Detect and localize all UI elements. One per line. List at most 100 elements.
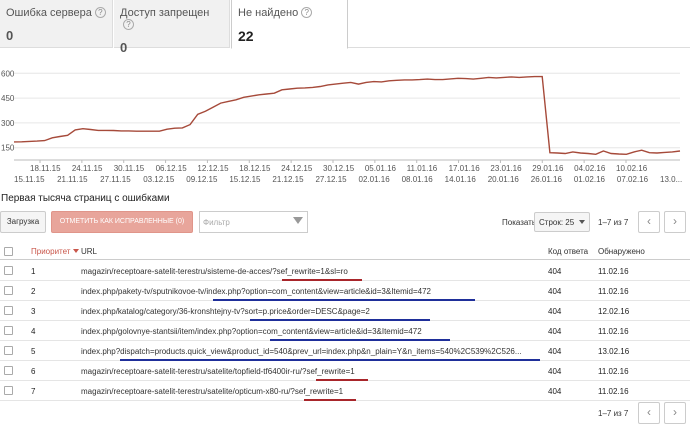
x-tick-label: 24.11.15 <box>72 164 103 173</box>
header-priority-label: Приоритет <box>31 247 71 256</box>
x-tick-label: 07.02.16 <box>617 175 649 184</box>
row-checkbox[interactable] <box>4 306 13 315</box>
x-tick-label: 21.12.15 <box>272 175 304 184</box>
help-icon[interactable]: ? <box>94 7 106 18</box>
x-tick-label: 21.11.15 <box>57 175 88 184</box>
help-icon[interactable]: ? <box>301 7 313 18</box>
x-tick-label: 18.11.15 <box>30 164 61 173</box>
header-response-code[interactable]: Код ответа <box>548 247 588 256</box>
row-priority: 4 <box>31 327 36 336</box>
x-tick-label: 09.12.15 <box>186 175 218 184</box>
mark-fixed-button[interactable]: ОТМЕТИТЬ КАК ИСПРАВЛЕННЫЕ (0) <box>51 211 193 233</box>
row-response-code: 404 <box>548 367 562 376</box>
tab-count: 0 <box>120 40 128 55</box>
errors-chart: 600 450 300 150 18.11.15 24.11.15 30.11.15 06.1… <box>0 56 690 186</box>
y-tick-label: 300 <box>1 119 15 128</box>
row-url[interactable]: magazin/receptoare-satelit-terestru/sate… <box>81 367 355 376</box>
bottom-pager: 1–7 из 7 ‹ › <box>0 402 690 426</box>
table-row[interactable]: 4 index.php/golovnye-stantsii/item/index… <box>0 321 690 341</box>
row-detected-date: 13.02.16 <box>598 347 630 356</box>
row-priority: 3 <box>31 307 36 316</box>
table-toolbar: Загрузка ОТМЕТИТЬ КАК ИСПРАВЛЕННЫЕ (0) Ф… <box>0 211 690 235</box>
pager-range: 1–7 из 7 <box>598 218 629 227</box>
rows-per-page-value: Строк: 25 <box>539 218 575 227</box>
y-tick-label: 150 <box>1 144 15 153</box>
row-response-code: 404 <box>548 307 562 316</box>
tab-count: 0 <box>6 28 14 43</box>
next-page-button[interactable]: › <box>664 211 686 233</box>
row-checkbox[interactable] <box>4 346 13 355</box>
row-priority: 2 <box>31 287 36 296</box>
x-tick-label: 17.01.16 <box>449 164 481 173</box>
row-url[interactable]: index.php?dispatch=products.quick_view&p… <box>81 347 522 356</box>
tab-count: 22 <box>238 28 254 44</box>
x-tick-label: 24.12.15 <box>281 164 313 173</box>
row-checkbox[interactable] <box>4 386 13 395</box>
tab-access-denied[interactable]: Доступ запрещен? 0 <box>114 0 230 55</box>
sort-desc-icon <box>73 249 80 253</box>
header-url[interactable]: URL <box>81 247 97 256</box>
table-row[interactable]: 7 magazin/receptoare-satelit-terestru/sa… <box>0 381 690 401</box>
table-row[interactable]: 6 magazin/receptoare-satelit-terestru/sa… <box>0 361 690 381</box>
x-tick-label: 10.02.16 <box>616 164 648 173</box>
row-checkbox[interactable] <box>4 366 13 375</box>
row-checkbox[interactable] <box>4 326 13 335</box>
table-row[interactable]: 3 index.php/katalog/category/36-kronshte… <box>0 301 690 321</box>
pager-range: 1–7 из 7 <box>598 409 629 418</box>
x-tick-label: 05.01.16 <box>365 164 397 173</box>
show-label: Показать <box>502 218 537 227</box>
row-url[interactable]: index.php/golovnye-stantsii/item/index.p… <box>81 327 422 336</box>
x-tick-label: 15.12.15 <box>229 175 261 184</box>
download-button[interactable]: Загрузка <box>0 211 46 233</box>
tabs-divider <box>348 47 690 48</box>
filter-input[interactable]: Фильтр <box>199 211 308 233</box>
prev-page-button[interactable]: ‹ <box>638 402 660 424</box>
row-detected-date: 11.02.16 <box>598 267 629 276</box>
row-url[interactable]: magazin/receptoare-satelit-terestru/sate… <box>81 387 343 396</box>
rows-per-page-select[interactable]: Строк: 25 <box>534 212 590 232</box>
filter-placeholder: Фильтр <box>203 218 230 227</box>
x-tick-label: 27.12.15 <box>315 175 347 184</box>
table-row[interactable]: 5 index.php?dispatch=products.quick_view… <box>0 341 690 361</box>
header-detected[interactable]: Обнаружено <box>598 247 645 256</box>
x-tick-label: 08.01.16 <box>402 175 434 184</box>
section-title: Первая тысяча страниц с ошибками <box>1 193 170 204</box>
row-response-code: 404 <box>548 287 562 296</box>
select-all-checkbox[interactable] <box>4 247 13 256</box>
x-tick-label: 30.12.15 <box>323 164 355 173</box>
error-type-tabs: Ошибка сервера? 0 Доступ запрещен? 0 Не … <box>0 0 690 55</box>
x-tick-label: 15.11.15 <box>14 175 45 184</box>
x-tick-label: 20.01.16 <box>488 175 520 184</box>
tab-not-found[interactable]: Не найдено? 22 <box>231 0 348 49</box>
x-tick-label: 01.02.16 <box>574 175 606 184</box>
next-page-button[interactable]: › <box>664 402 686 424</box>
row-url[interactable]: index.php/pakety-tv/sputnikovoe-tv/index… <box>81 287 431 296</box>
x-tick-label: 03.12.15 <box>143 175 175 184</box>
row-url[interactable]: index.php/katalog/category/36-kronshtejn… <box>81 307 370 316</box>
x-tick-label: 26.01.16 <box>531 175 563 184</box>
table-row[interactable]: 2 index.php/pakety-tv/sputnikovoe-tv/ind… <box>0 281 690 301</box>
row-checkbox[interactable] <box>4 266 13 275</box>
header-priority[interactable]: Приоритет <box>31 247 80 256</box>
row-detected-date: 11.02.16 <box>598 367 629 376</box>
x-tick-label: 06.12.15 <box>156 164 188 173</box>
x-tick-label: 18.12.15 <box>239 164 271 173</box>
row-url[interactable]: magazin/receptoare-satelit-terestru/sist… <box>81 267 348 276</box>
filter-funnel-icon[interactable] <box>293 217 303 224</box>
x-tick-label: 04.02.16 <box>574 164 606 173</box>
tab-server-error[interactable]: Ошибка сервера? 0 <box>0 0 113 48</box>
table-row[interactable]: 1 magazin/receptoare-satelit-terestru/si… <box>0 261 690 281</box>
row-priority: 7 <box>31 387 36 396</box>
x-tick-label: 27.11.15 <box>100 175 131 184</box>
series-line <box>13 75 681 156</box>
row-response-code: 404 <box>548 327 562 336</box>
x-tick-label: 23.01.16 <box>490 164 522 173</box>
prev-page-button[interactable]: ‹ <box>638 211 660 233</box>
row-checkbox[interactable] <box>4 286 13 295</box>
help-icon[interactable]: ? <box>123 19 134 30</box>
x-tick-label: 12.12.15 <box>197 164 229 173</box>
x-tick-label: 02.01.16 <box>359 175 391 184</box>
row-detected-date: 11.02.16 <box>598 387 629 396</box>
table-header-row: Приоритет URL Код ответа Обнаружено <box>0 242 690 260</box>
chevron-down-icon <box>579 220 585 224</box>
